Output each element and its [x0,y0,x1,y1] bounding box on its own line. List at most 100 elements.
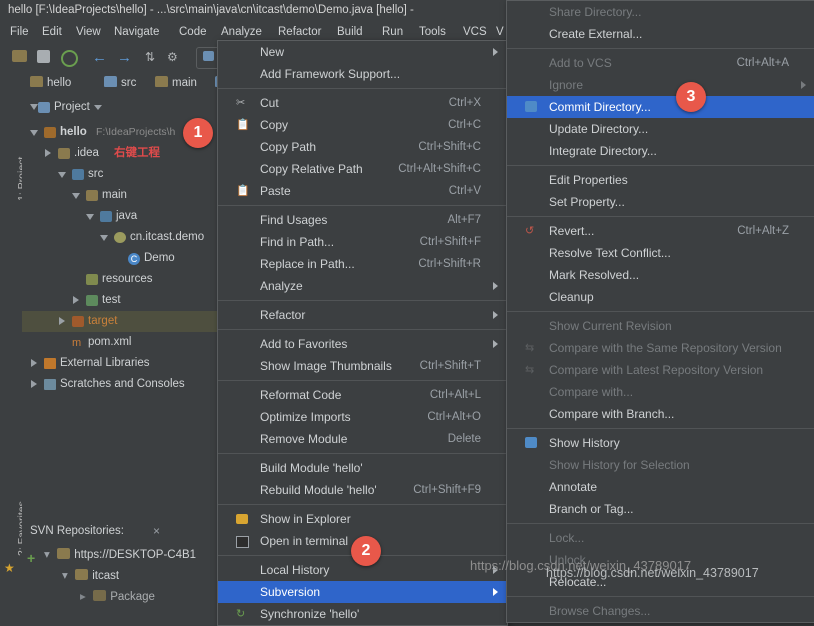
menu-item-synchronize-hello[interactable]: ↻ Synchronize 'hello' [218,603,507,625]
breadcrumb-main[interactable]: main [155,76,197,89]
expand-arrow-icon[interactable] [100,233,109,242]
left-tool-strip: 1: Project 2: Favorites ★ [0,96,28,583]
expand-arrow-icon[interactable] [30,380,39,389]
svn-row-package[interactable]: ▸ Package [80,589,155,603]
menu-run[interactable]: Run [382,26,403,38]
forward-arrow-icon[interactable]: → [117,49,132,66]
menu-item-remove-module[interactable]: Remove Module Delete [218,428,507,450]
menu-vcs[interactable]: VCS [463,26,487,38]
menu-item-add-to-favorites[interactable]: Add to Favorites [218,333,507,355]
menu-separator [507,596,814,597]
menu-item-copy-relative-path[interactable]: Copy Relative Path Ctrl+Alt+Shift+C [218,158,507,180]
submenu-item-browse-changes: Browse Changes... [549,604,651,618]
menu-item-copy[interactable]: 📋 Copy Ctrl+C [218,114,507,136]
menu-item-find-usages[interactable]: Find Usages Alt+F7 [218,209,507,231]
submenu-item-create-external[interactable]: Create External... [507,23,814,45]
expand-arrow-icon[interactable] [86,212,95,221]
history-icon [525,437,537,448]
menu-navigate[interactable]: Navigate [114,26,159,38]
submenu-item-compare-with-branch[interactable]: Compare with Branch... [507,403,814,425]
submenu-item-annotate[interactable]: Annotate [507,476,814,498]
menu-tools[interactable]: Tools [419,26,446,38]
tree-row-resources[interactable]: resources [22,269,217,290]
tree-row-target[interactable]: target [22,311,217,332]
tree-row-idea[interactable]: .idea 右键工程 [22,143,217,164]
submenu-item-commit-directory[interactable]: Commit Directory... [507,96,814,118]
expand-arrow-icon[interactable] [44,149,53,158]
submenu-item-show-current-revision: Show Current Revision [549,319,672,333]
submenu-item-update-directory[interactable]: Update Directory... [507,118,814,140]
menu-item-reformat-code[interactable]: Reformat Code Ctrl+Alt+L [218,384,507,406]
menu-item-show-image-thumbnails[interactable]: Show Image Thumbnails Ctrl+Shift+T [218,355,507,377]
menu-separator [218,88,507,89]
menu-item-rebuild-module[interactable]: Rebuild Module 'hello' Ctrl+Shift+F9 [218,479,507,501]
expand-arrow-icon[interactable] [58,317,67,326]
submenu-item-mark-resolved[interactable]: Mark Resolved... [507,264,814,286]
menu-edit[interactable]: Edit [42,26,62,38]
scissors-icon: ✂ [236,97,246,109]
submenu-item-integrate-directory[interactable]: Integrate Directory... [507,140,814,162]
submenu-item-resolve-text-conflict[interactable]: Resolve Text Conflict... [507,242,814,264]
expand-arrow-icon[interactable] [72,296,81,305]
menu-window[interactable]: V [496,26,504,38]
svn-row-itcast[interactable]: ▾ itcast [62,568,119,582]
tree-label: test [102,294,121,306]
expand-arrow-icon[interactable] [58,170,67,179]
open-folder-icon[interactable] [12,50,27,62]
add-repository-button[interactable]: + [27,550,35,566]
tree-row-pom[interactable]: m pom.xml [22,332,217,353]
submenu-item-edit-properties[interactable]: Edit Properties [507,169,814,191]
menu-build[interactable]: Build [337,26,363,38]
tree-row-demo[interactable]: C Demo [22,248,217,269]
menu-analyze[interactable]: Analyze [221,26,262,38]
breadcrumb-src[interactable]: src [104,76,136,89]
screenshot-root: hello [F:\IdeaProjects\hello] - ...\src\… [0,0,814,626]
menu-item-copy-path[interactable]: Copy Path Ctrl+Shift+C [218,136,507,158]
tree-row-src[interactable]: src [22,164,217,185]
menu-item-analyze[interactable]: Analyze [218,275,507,297]
expand-arrow-icon[interactable] [72,191,81,200]
menu-item-find-in-path[interactable]: Find in Path... Ctrl+Shift+F [218,231,507,253]
menu-item-replace-in-path[interactable]: Replace in Path... Ctrl+Shift+R [218,253,507,275]
tree-row-scratches[interactable]: Scratches and Consoles [22,374,217,395]
svn-panel-title: SVN Repositories: [30,525,124,537]
sync-icon[interactable] [61,50,78,67]
menu-item-show-in-explorer[interactable]: Show in Explorer [218,508,507,530]
tree-row-main[interactable]: main [22,185,217,206]
subversion-submenu[interactable]: Share Directory... Create External... Ad… [506,0,814,623]
tree-row-package[interactable]: cn.itcast.demo [22,227,217,248]
menu-item-optimize-imports[interactable]: Optimize Imports Ctrl+Alt+O [218,406,507,428]
submenu-item-revert[interactable]: ↺ Revert... Ctrl+Alt+Z [507,220,814,242]
menu-view[interactable]: View [76,26,101,38]
tree-row-external-libraries[interactable]: External Libraries [22,353,217,374]
submenu-arrow-icon [493,311,498,319]
compile-icon[interactable]: ⚙ [167,50,178,64]
breadcrumb-hello[interactable]: hello [30,76,71,89]
submenu-item-branch-or-tag[interactable]: Branch or Tag... [507,498,814,520]
submenu-item-set-property[interactable]: Set Property... [507,191,814,213]
expand-arrow-icon[interactable] [30,128,39,137]
menu-item-add-framework-support[interactable]: Add Framework Support... [218,63,507,85]
save-icon[interactable] [37,50,50,63]
chevron-down-icon[interactable] [30,104,38,110]
menu-item-refactor[interactable]: Refactor [218,304,507,326]
back-arrow-icon[interactable]: ← [92,49,107,66]
menu-file[interactable]: File [10,26,29,38]
tree-row-java[interactable]: java [22,206,217,227]
sort-icon[interactable]: ⇅ [145,50,155,64]
explorer-icon [236,514,248,524]
menu-item-paste[interactable]: 📋 Paste Ctrl+V [218,180,507,202]
menu-code[interactable]: Code [179,26,207,38]
menu-item-build-module[interactable]: Build Module 'hello' [218,457,507,479]
menu-refactor[interactable]: Refactor [278,26,321,38]
svn-row-root[interactable]: ▾ https://DESKTOP-C4B1 [44,547,196,561]
expand-arrow-icon[interactable] [30,359,39,368]
menu-item-new[interactable]: New [218,41,507,63]
tree-row-test[interactable]: test [22,290,217,311]
menu-item-cut[interactable]: ✂ Cut Ctrl+X [218,92,507,114]
close-icon[interactable]: × [153,524,160,538]
menu-item-subversion[interactable]: Subversion [218,581,507,603]
submenu-item-cleanup[interactable]: Cleanup [507,286,814,308]
chevron-down-icon[interactable] [94,105,102,110]
submenu-item-show-history[interactable]: Show History [507,432,814,454]
